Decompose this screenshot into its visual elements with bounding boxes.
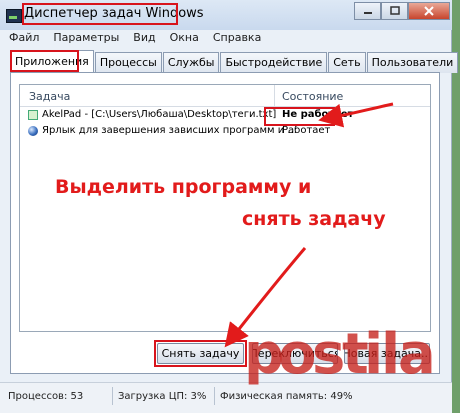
menu-file[interactable]: Файл: [0, 30, 44, 48]
table-row[interactable]: AkelPad - [C:\Users\Любаша\Desktop\теги.…: [20, 108, 430, 124]
tab-performance[interactable]: Быстродействие: [220, 52, 328, 73]
menu-windows[interactable]: Окна: [161, 30, 204, 48]
column-task[interactable]: Задача: [29, 90, 70, 103]
menu-bar: Файл Параметры Вид Окна Справка: [0, 30, 452, 48]
task-manager-icon: [6, 9, 22, 23]
minimize-icon: [363, 12, 372, 14]
maximize-button[interactable]: [381, 2, 408, 20]
tab-highlight-box: [10, 50, 79, 72]
menu-view[interactable]: Вид: [124, 30, 160, 48]
tab-services[interactable]: Службы: [162, 52, 220, 73]
status-divider: [112, 387, 113, 405]
list-header: Задача Состояние: [20, 85, 430, 107]
status-highlight-box: [264, 107, 335, 126]
end-task-highlight-box: [154, 340, 247, 367]
status-cpu: Загрузка ЦП: 3%: [118, 391, 207, 402]
akelpad-icon: [28, 110, 38, 120]
maximize-icon: [389, 6, 400, 15]
close-button[interactable]: [408, 2, 450, 20]
minimize-button[interactable]: [354, 2, 381, 20]
watermark-logo: p o s t i l a: [244, 322, 436, 387]
column-status[interactable]: Состояние: [282, 90, 343, 103]
title-highlight-box: [22, 3, 178, 25]
title-bar[interactable]: Диспетчер задач Windows: [0, 0, 452, 30]
annotation-line-2: снять задачу: [242, 208, 386, 230]
menu-options[interactable]: Параметры: [44, 30, 124, 48]
tab-processes[interactable]: Процессы: [94, 52, 162, 73]
table-row[interactable]: Ярлык для завершения зависших программ и…: [20, 124, 430, 140]
status-processes: Процессов: 53: [8, 391, 84, 402]
close-icon: [424, 6, 434, 16]
task-status: Работает: [282, 125, 331, 136]
globe-icon: [28, 126, 38, 136]
task-name: AkelPad - [C:\Users\Любаша\Desktop\теги.…: [42, 109, 277, 120]
status-divider: [214, 387, 215, 405]
annotation-line-1: Выделить программу и: [55, 176, 312, 198]
task-name: Ярлык для завершения зависших программ и…: [42, 125, 297, 136]
tab-users[interactable]: Пользователи: [366, 52, 459, 73]
tab-network[interactable]: Сеть: [328, 52, 366, 73]
column-divider[interactable]: [274, 85, 275, 106]
window-controls: [354, 2, 450, 20]
menu-help[interactable]: Справка: [204, 30, 266, 48]
